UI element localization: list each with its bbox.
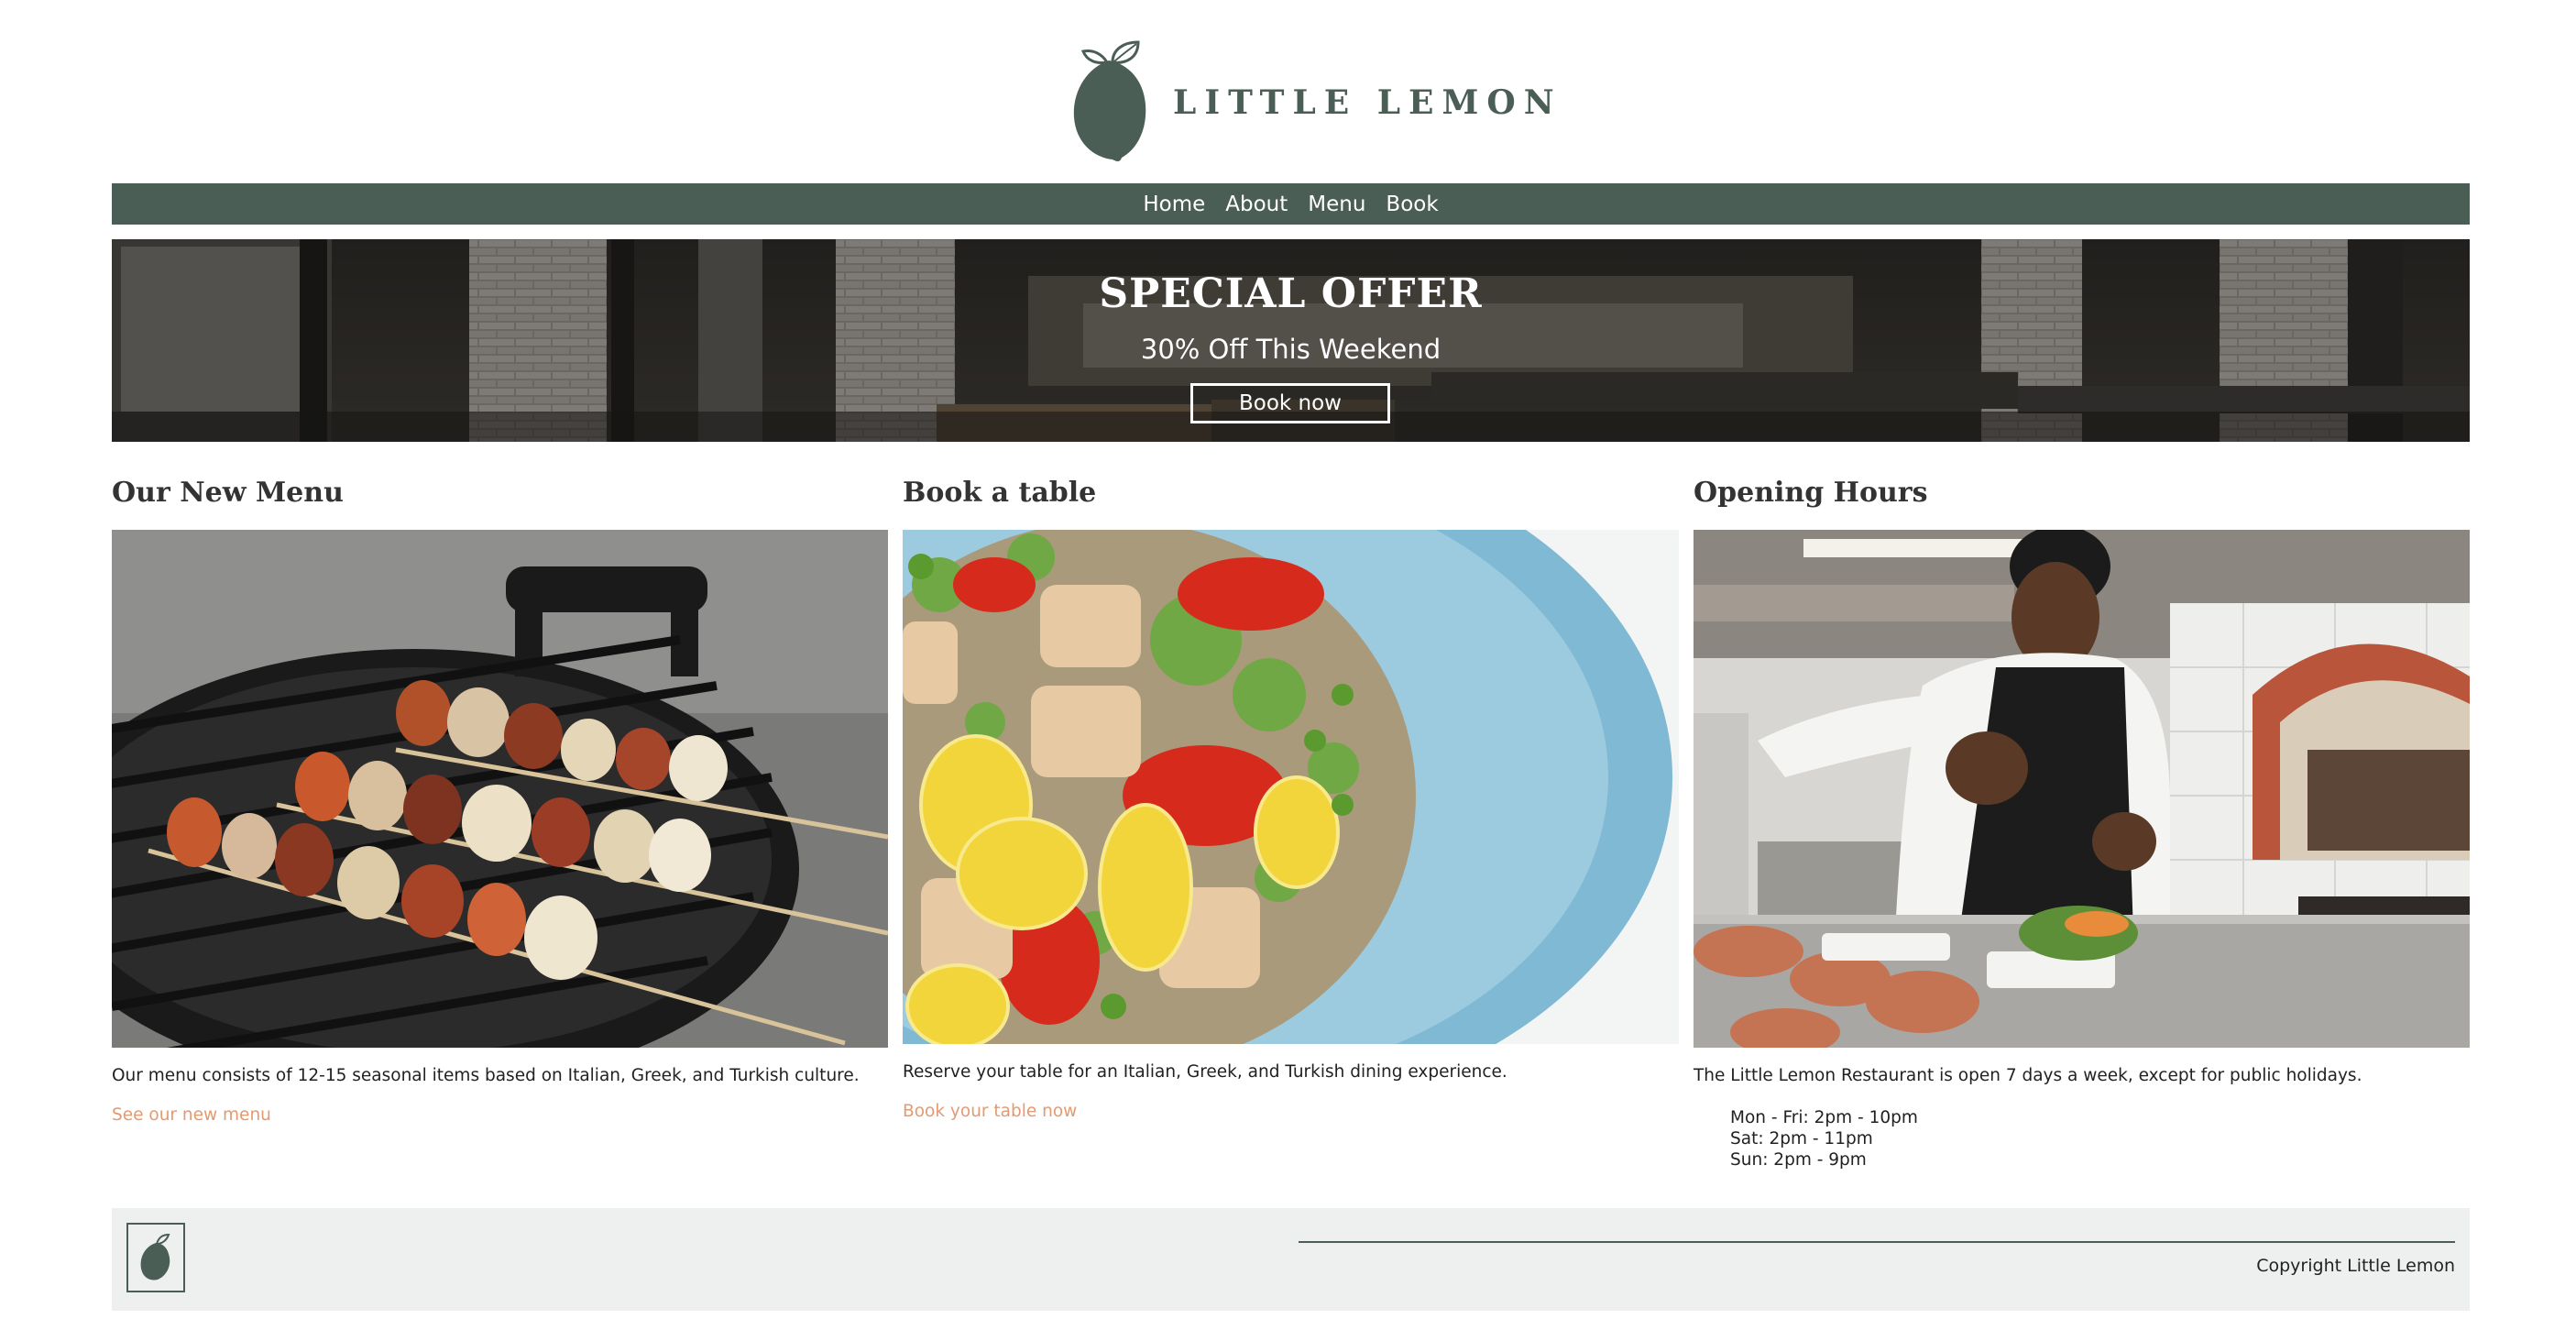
brand[interactable]: LITTLE LEMON	[1070, 40, 1562, 164]
book-section-description: Reserve your table for an Italian, Greek…	[903, 1062, 1507, 1082]
menu-section-description: Our menu consists of 12-15 seasonal item…	[112, 1066, 860, 1085]
salad-plate-image	[903, 530, 1679, 1044]
main-nav: Home About Menu Book	[112, 183, 2470, 225]
menu-section: Our New Menu Our menu consists of 12-15 …	[112, 473, 888, 1125]
menu-section-title: Our New Menu	[112, 477, 344, 509]
site-footer: Copyright Little Lemon	[112, 1208, 2470, 1311]
hero-subtitle: 30% Off This Weekend	[1140, 334, 1441, 365]
see-new-menu-link[interactable]: See our new menu	[112, 1105, 271, 1125]
hero-title: SPECIAL OFFER	[1099, 270, 1483, 317]
lemon-logo-icon	[1073, 40, 1146, 161]
page: LITTLE LEMON Home About Menu Book SPECIA…	[0, 0, 2576, 1319]
nav-home-link[interactable]: Home	[1143, 192, 1205, 216]
footer-logo[interactable]	[126, 1223, 185, 1292]
nav-book-link[interactable]: Book	[1386, 192, 1438, 216]
hours-section-title: Opening Hours	[1694, 477, 1928, 509]
hours-weekdays: Mon - Fri: 2pm - 10pm	[1730, 1108, 1918, 1127]
footer-copyright: Copyright Little Lemon	[2256, 1256, 2455, 1276]
grilled-skewers-photo	[112, 530, 888, 1048]
hours-section-description: The Little Lemon Restaurant is open 7 da…	[1694, 1066, 2362, 1085]
chef-kitchen-image	[1694, 530, 2470, 1048]
book-section: Book a table Reserve your table for an I…	[903, 473, 1679, 1121]
hours-saturday: Sat: 2pm - 11pm	[1730, 1129, 1873, 1149]
salad-plate-photo	[903, 530, 1679, 1044]
brand-name: LITTLE LEMON	[1173, 82, 1562, 122]
book-table-link[interactable]: Book your table now	[903, 1102, 1077, 1121]
hero-book-now-button[interactable]: Book now	[1190, 383, 1390, 423]
opening-hours-list: Mon - Fri: 2pm - 10pm Sat: 2pm - 11pm Su…	[1730, 1107, 1918, 1171]
grilled-skewers-image	[112, 530, 888, 1048]
chef-kitchen-photo	[1694, 530, 2470, 1048]
lemon-logo-icon	[140, 1233, 170, 1281]
hours-section: Opening Hours The Little Lemon Restauran…	[1694, 473, 2470, 1170]
footer-divider	[1299, 1241, 2455, 1243]
hero-banner: SPECIAL OFFER 30% Off This Weekend Book …	[112, 239, 2470, 442]
hero-content: SPECIAL OFFER 30% Off This Weekend Book …	[112, 239, 2470, 442]
nav-menu-link[interactable]: Menu	[1308, 192, 1365, 216]
book-section-title: Book a table	[903, 477, 1097, 509]
site-header: LITTLE LEMON	[0, 0, 2576, 183]
nav-about-link[interactable]: About	[1225, 192, 1288, 216]
hours-sunday: Sun: 2pm - 9pm	[1730, 1150, 1867, 1170]
